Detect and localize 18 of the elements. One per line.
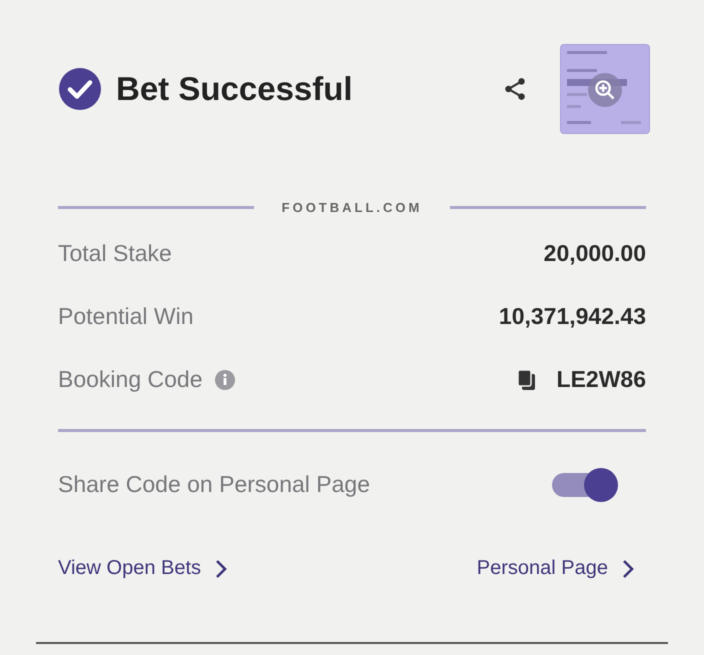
zoom-in-icon bbox=[588, 73, 622, 107]
row-value: 10,371,942.43 bbox=[498, 303, 646, 330]
row-label: Total Stake bbox=[58, 240, 172, 267]
copy-icon[interactable] bbox=[516, 368, 537, 390]
page-title: Bet Successful bbox=[116, 70, 353, 108]
nav-link[interactable]: Personal Page bbox=[476, 557, 634, 580]
row-value: 20,000.00 bbox=[544, 240, 646, 267]
info-icon[interactable] bbox=[214, 370, 234, 390]
share-toggle[interactable] bbox=[552, 466, 618, 502]
check-icon bbox=[58, 67, 102, 111]
brand-logo: FOOTBALL.COM bbox=[282, 200, 422, 214]
nav-link[interactable]: View Open Bets bbox=[58, 557, 228, 580]
row-label: Potential Win bbox=[58, 303, 194, 330]
chevron-right-icon bbox=[215, 558, 228, 578]
row-value: LE2W86 bbox=[556, 366, 646, 393]
chevron-right-icon bbox=[622, 558, 634, 578]
row-label: Booking Code bbox=[58, 366, 202, 393]
toggle-label: Share Code on Personal Page bbox=[58, 471, 370, 498]
